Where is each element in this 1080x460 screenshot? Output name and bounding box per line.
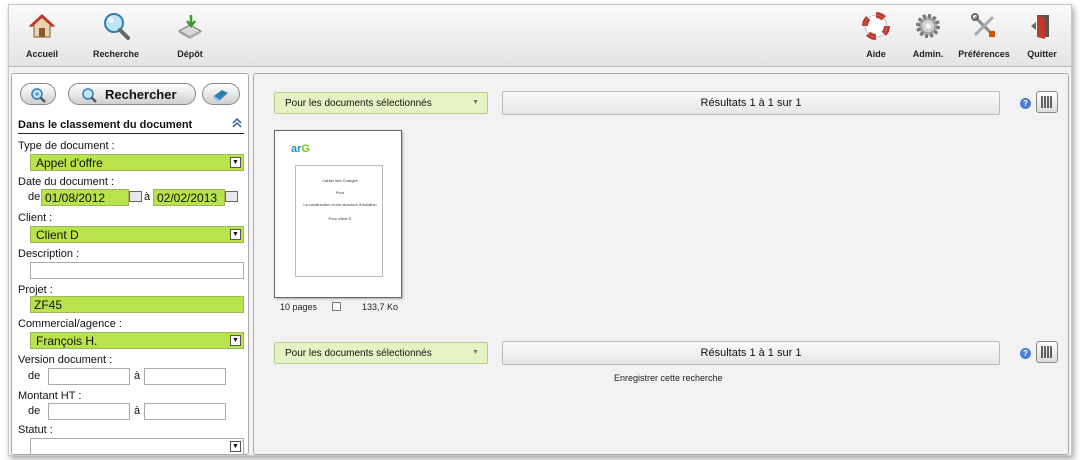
version-to-prefix: à — [134, 370, 141, 382]
dropdown-arrow-icon: ▼ — [230, 157, 241, 168]
results-count-text: Résultats 1 à 1 sur 1 — [700, 347, 802, 359]
date-label: Date du document : — [18, 176, 115, 188]
statut-label: Statut : — [18, 424, 53, 436]
statut-select[interactable]: ▼ — [30, 438, 244, 454]
results-count-text: Résultats 1 à 1 sur 1 — [700, 97, 802, 109]
montant-from-prefix: de — [28, 405, 41, 417]
logo-text-b: G — [301, 143, 310, 155]
dropdown-arrow-icon: ▼ — [230, 441, 241, 452]
page-line: Pour client D — [328, 216, 352, 221]
results-panel: Pour les documents sélectionnés ▼ Résult… — [253, 73, 1069, 455]
toolbar-label: Recherche — [92, 49, 140, 59]
document-thumbnail[interactable]: arG Cahier des Charges Pour La construct… — [274, 130, 402, 298]
magnifier-icon — [104, 13, 130, 40]
zoom-magnifier-icon — [31, 88, 46, 103]
client-select[interactable]: Client D ▼ — [30, 226, 244, 243]
exit-door-icon — [1031, 15, 1049, 39]
page-line: Pour — [335, 190, 345, 195]
app-window: Accueil Recherche Dépôt Aide Admin. Préf… — [8, 4, 1072, 456]
projet-field[interactable]: ZF45 — [30, 296, 244, 313]
commercial-select[interactable]: François H. ▼ — [30, 332, 244, 349]
columns-icon — [1041, 346, 1052, 358]
description-field[interactable] — [30, 262, 244, 279]
document-size: 133,7 Ko — [362, 302, 399, 312]
toolbar-button-quitter[interactable]: Quitter — [1007, 11, 1077, 59]
dropdown-arrow-icon: ▼ — [472, 99, 479, 106]
logo-text-a: ar — [291, 143, 302, 155]
page-line: Cahier des Charges — [322, 178, 358, 183]
toolbar-button-depot[interactable]: Dépôt — [155, 11, 225, 59]
toolbar-label: Dépôt — [177, 49, 203, 59]
toolbar-label: Accueil — [25, 49, 58, 59]
section-title-text: Dans le classement du document — [18, 119, 193, 131]
date-from-field[interactable]: 01/08/2012 — [41, 189, 129, 206]
bulk-action-select-top[interactable]: Pour les documents sélectionnés ▼ — [274, 92, 488, 114]
version-to-field[interactable] — [144, 368, 226, 385]
bulk-action-label: Pour les documents sélectionnés — [285, 348, 432, 359]
collapse-chevron-icon[interactable] — [232, 118, 242, 128]
version-label: Version document : — [18, 354, 113, 366]
page-line: La construction d'une structure d'isolat… — [303, 202, 377, 207]
type-select-value: Appel d'offre — [36, 156, 103, 170]
toolbar-label: Quitter — [1027, 49, 1057, 59]
column-settings-button[interactable] — [1036, 91, 1058, 113]
date-to-prefix: à — [144, 191, 151, 203]
version-from-prefix: de — [28, 370, 41, 382]
help-icon[interactable]: ? — [1020, 98, 1031, 109]
document-pages: 10 pages — [280, 302, 318, 312]
save-search-link[interactable]: Enregistrer cette recherche — [614, 373, 723, 383]
columns-icon — [1041, 96, 1052, 108]
montant-from-field[interactable] — [48, 403, 130, 420]
toolbar-button-accueil[interactable]: Accueil — [7, 11, 77, 59]
search-button-label: Rechercher — [105, 87, 177, 102]
bulk-action-label: Pour les documents sélectionnés — [285, 98, 432, 109]
dropdown-arrow-icon: ▼ — [230, 229, 241, 240]
client-select-value: Client D — [36, 228, 79, 242]
search-panel: Rechercher Dans le classement du documen… — [11, 73, 249, 455]
results-count-bar-top: Résultats 1 à 1 sur 1 — [502, 91, 1000, 115]
results-count-bar-bottom: Résultats 1 à 1 sur 1 — [502, 341, 1000, 365]
client-label: Client : — [18, 212, 53, 224]
bulk-action-select-bottom[interactable]: Pour les documents sélectionnés ▼ — [274, 342, 488, 364]
calendar-icon[interactable] — [129, 191, 142, 202]
tools-icon — [971, 13, 995, 37]
commercial-select-value: François H. — [36, 334, 98, 348]
type-select[interactable]: Appel d'offre ▼ — [30, 154, 244, 171]
type-label: Type de document : — [18, 140, 115, 152]
montant-label: Montant HT : — [18, 390, 82, 402]
eraser-icon — [213, 90, 228, 101]
gear-icon — [916, 14, 940, 38]
main-toolbar: Accueil Recherche Dépôt Aide Admin. Préf… — [9, 5, 1071, 67]
zoom-search-button[interactable] — [20, 83, 56, 105]
version-from-field[interactable] — [48, 368, 130, 385]
upload-tray-icon — [177, 15, 203, 39]
section-title: Dans le classement du document — [18, 118, 244, 134]
toolbar-button-recherche[interactable]: Recherche — [81, 11, 151, 59]
calendar-icon[interactable] — [225, 191, 238, 202]
document-logo: arG — [291, 143, 310, 155]
commercial-label: Commercial/agence : — [18, 318, 122, 330]
montant-to-prefix: à — [134, 405, 141, 417]
column-settings-button[interactable] — [1036, 341, 1058, 363]
date-from-prefix: de — [28, 191, 41, 203]
document-page-preview: Cahier des Charges Pour La construction … — [295, 165, 383, 277]
lifebuoy-icon — [862, 12, 890, 40]
search-button[interactable]: Rechercher — [68, 83, 196, 105]
help-icon[interactable]: ? — [1020, 348, 1031, 359]
magnifier-icon — [82, 88, 97, 103]
description-label: Description : — [18, 248, 80, 260]
dropdown-arrow-icon: ▼ — [472, 349, 479, 356]
document-select-checkbox[interactable] — [332, 302, 341, 311]
dropdown-arrow-icon: ▼ — [230, 335, 241, 346]
projet-label: Projet : — [18, 284, 53, 296]
home-icon — [28, 14, 56, 38]
montant-to-field[interactable] — [144, 403, 226, 420]
clear-form-button[interactable] — [202, 83, 240, 105]
date-to-field[interactable]: 02/02/2013 — [153, 189, 225, 206]
